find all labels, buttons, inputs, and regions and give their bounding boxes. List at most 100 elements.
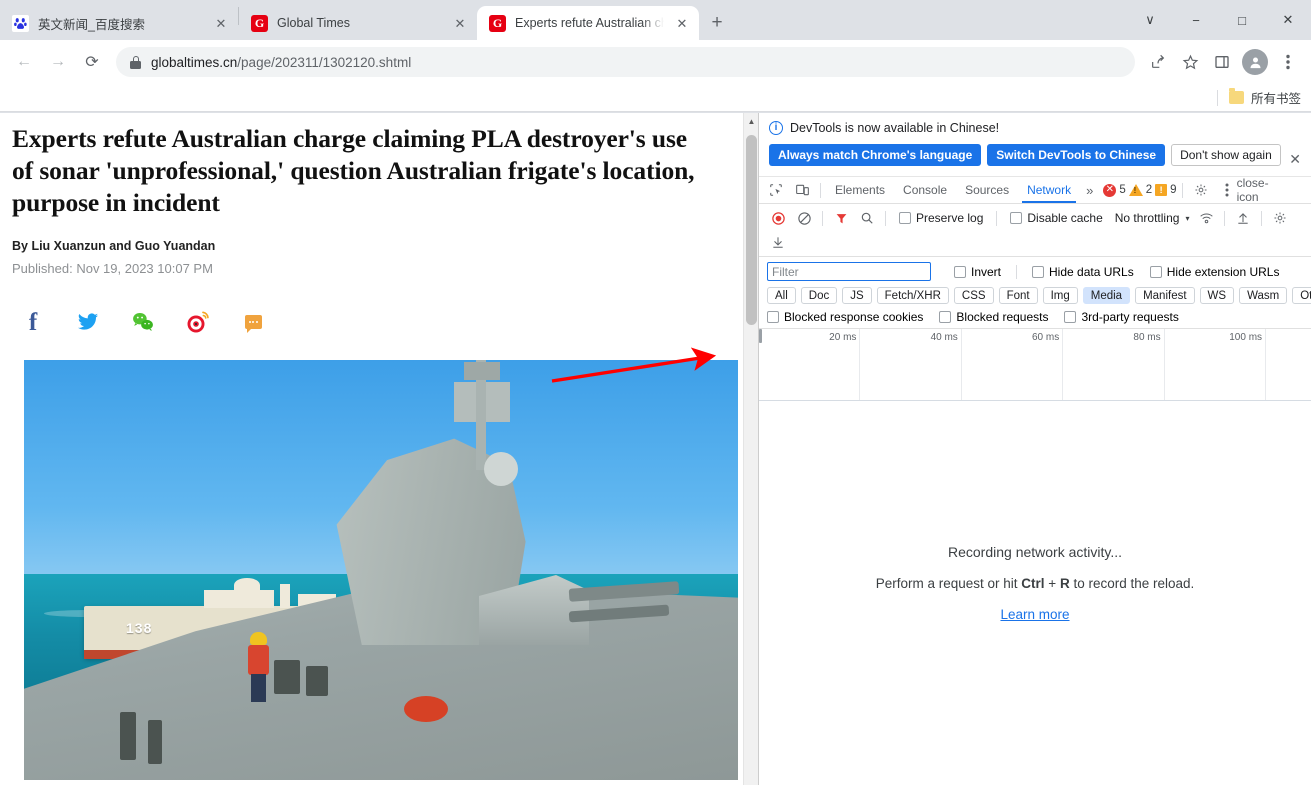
wechat-icon[interactable]	[130, 309, 156, 335]
hint-plus: +	[1044, 576, 1060, 591]
warning-icon	[1128, 184, 1143, 196]
tab-elements[interactable]: Elements	[826, 177, 894, 203]
gear-icon[interactable]	[1267, 206, 1293, 230]
browser-tab-0[interactable]: 英文新闻_百度搜索 ✕	[0, 6, 238, 40]
tab-sources[interactable]: Sources	[956, 177, 1018, 203]
filter-chip-all[interactable]: All	[767, 287, 796, 304]
import-har-icon[interactable]	[1230, 206, 1256, 230]
filter-chip-manifest[interactable]: Manifest	[1135, 287, 1195, 304]
export-har-icon[interactable]	[765, 230, 791, 254]
browser-tab-1[interactable]: G Global Times ✕	[239, 6, 477, 40]
error-count: 5	[1119, 184, 1126, 196]
filter-funnel-icon[interactable]	[828, 206, 854, 230]
url-path: /page/202311/1302120.shtml	[237, 54, 412, 70]
overview-left-handle[interactable]	[759, 329, 762, 343]
tab-close-icon[interactable]: ✕	[673, 14, 691, 32]
issue-counters[interactable]: ✕ 5 2 ! 9	[1103, 183, 1177, 197]
filter-chip-fetch-xhr[interactable]: Fetch/XHR	[876, 287, 949, 304]
tab-close-icon[interactable]: ✕	[212, 14, 230, 32]
devtools-tab-bar: Elements Console Sources Network » ✕ 5 2…	[759, 176, 1311, 204]
dont-show-again-button[interactable]: Don't show again	[1171, 144, 1281, 166]
scrollbar-thumb[interactable]	[746, 135, 757, 325]
filter-chip-doc[interactable]: Doc	[800, 287, 838, 304]
filter-chip-other[interactable]: Other	[1292, 287, 1311, 304]
filter-chip-js[interactable]: JS	[842, 287, 872, 304]
blocked-requests-label: Blocked requests	[956, 310, 1049, 324]
tab-search-chevron-icon[interactable]: ∨	[1127, 4, 1173, 36]
sms-icon[interactable]	[240, 309, 266, 335]
error-icon: ✕	[1103, 183, 1117, 197]
learn-more-link[interactable]: Learn more	[1000, 607, 1069, 622]
filter-chip-css[interactable]: CSS	[953, 287, 994, 304]
switch-to-chinese-button[interactable]: Switch DevTools to Chinese	[987, 144, 1166, 166]
warning-count: 2	[1145, 184, 1153, 196]
weibo-icon[interactable]	[185, 309, 211, 335]
preserve-log-label: Preserve log	[916, 211, 984, 225]
third-party-requests-checkbox[interactable]: 3rd-party requests	[1056, 310, 1186, 324]
browser-window: 英文新闻_百度搜索 ✕ G Global Times ✕ G Experts r…	[0, 0, 1311, 785]
page-scrollbar[interactable]: ▲	[743, 113, 758, 785]
back-button[interactable]: ←	[8, 46, 40, 78]
filter-chip-ws[interactable]: WS	[1199, 287, 1235, 304]
inspect-element-icon[interactable]	[763, 177, 789, 203]
disable-cache-label: Disable cache	[1027, 211, 1103, 225]
preserve-log-checkbox[interactable]: Preserve log	[891, 211, 991, 225]
invert-checkbox[interactable]: Invert	[946, 265, 1009, 279]
throttling-dropdown[interactable]: No throttling ▾	[1111, 211, 1194, 225]
hide-extension-urls-checkbox[interactable]: Hide extension URLs	[1142, 265, 1288, 279]
filter-chip-wasm[interactable]: Wasm	[1239, 287, 1288, 304]
tab-console[interactable]: Console	[894, 177, 956, 203]
facebook-icon[interactable]: f	[20, 309, 46, 335]
blocked-requests-checkbox[interactable]: Blocked requests	[931, 310, 1056, 324]
minimize-button[interactable]: −	[1173, 4, 1219, 36]
maximize-button[interactable]: □	[1219, 4, 1265, 36]
reload-button[interactable]: ⟳	[76, 46, 108, 78]
address-bar[interactable]: globaltimes.cn/page/202311/1302120.shtml	[116, 47, 1135, 77]
browser-tab-2-active[interactable]: G Experts refute Australian charge claim…	[477, 6, 699, 40]
more-panels-icon[interactable]: »	[1080, 183, 1099, 198]
hint-suffix: to record the reload.	[1069, 576, 1195, 591]
side-panel-icon[interactable]	[1207, 47, 1237, 77]
folder-icon[interactable]	[1228, 88, 1244, 104]
tab-title: Global Times	[277, 16, 350, 30]
tab-title: 英文新闻_百度搜索	[38, 17, 145, 32]
disable-cache-checkbox[interactable]: Disable cache	[1002, 211, 1110, 225]
tab-close-icon[interactable]: ✕	[451, 14, 469, 32]
new-tab-button[interactable]: +	[703, 9, 731, 37]
hide-data-urls-checkbox[interactable]: Hide data URLs	[1024, 265, 1142, 279]
twitter-icon[interactable]	[75, 309, 101, 335]
network-conditions-icon[interactable]	[1193, 206, 1219, 230]
checkbox-box	[767, 311, 779, 323]
filter-chip-font[interactable]: Font	[998, 287, 1038, 304]
always-match-language-button[interactable]: Always match Chrome's language	[769, 144, 982, 166]
search-icon[interactable]	[854, 206, 880, 230]
clear-icon[interactable]	[791, 206, 817, 230]
lock-icon[interactable]	[130, 55, 141, 69]
filter-chip-media[interactable]: Media	[1082, 287, 1131, 304]
close-notification-icon[interactable]: ✕	[1289, 151, 1301, 168]
filter-chip-img[interactable]: Img	[1042, 287, 1078, 304]
all-bookmarks-label[interactable]: 所有书签	[1251, 88, 1301, 107]
close-window-button[interactable]: ✕	[1265, 4, 1311, 36]
filter-input[interactable]: Filter	[767, 262, 931, 281]
tab-network[interactable]: Network	[1018, 177, 1080, 203]
scroll-up-arrow-icon[interactable]: ▲	[744, 113, 758, 129]
three-dot-menu-icon[interactable]	[1273, 47, 1303, 77]
baidu-icon	[12, 14, 29, 32]
blocked-filters: Blocked response cookies Blocked request…	[767, 310, 1303, 324]
third-party-requests-label: 3rd-party requests	[1081, 310, 1179, 324]
checkbox-box	[954, 265, 966, 278]
profile-avatar-icon[interactable]	[1242, 49, 1268, 75]
checkbox-box	[1064, 311, 1077, 323]
close-devtools-icon[interactable]: close-icon	[1237, 176, 1269, 204]
share-icon[interactable]	[1143, 47, 1173, 77]
forward-button[interactable]: →	[42, 46, 74, 78]
bookmark-star-icon[interactable]	[1175, 47, 1205, 77]
bookmarks-bar: 所有书签	[0, 84, 1311, 112]
record-stop-icon[interactable]	[765, 206, 791, 230]
blocked-response-cookies-checkbox[interactable]: Blocked response cookies	[767, 310, 931, 324]
network-timeline-overview[interactable]: 20 ms 40 ms 60 ms 80 ms 100 ms	[759, 329, 1311, 401]
gear-icon[interactable]	[1188, 177, 1214, 203]
device-toolbar-icon[interactable]	[789, 177, 815, 203]
invert-label: Invert	[971, 264, 1002, 279]
